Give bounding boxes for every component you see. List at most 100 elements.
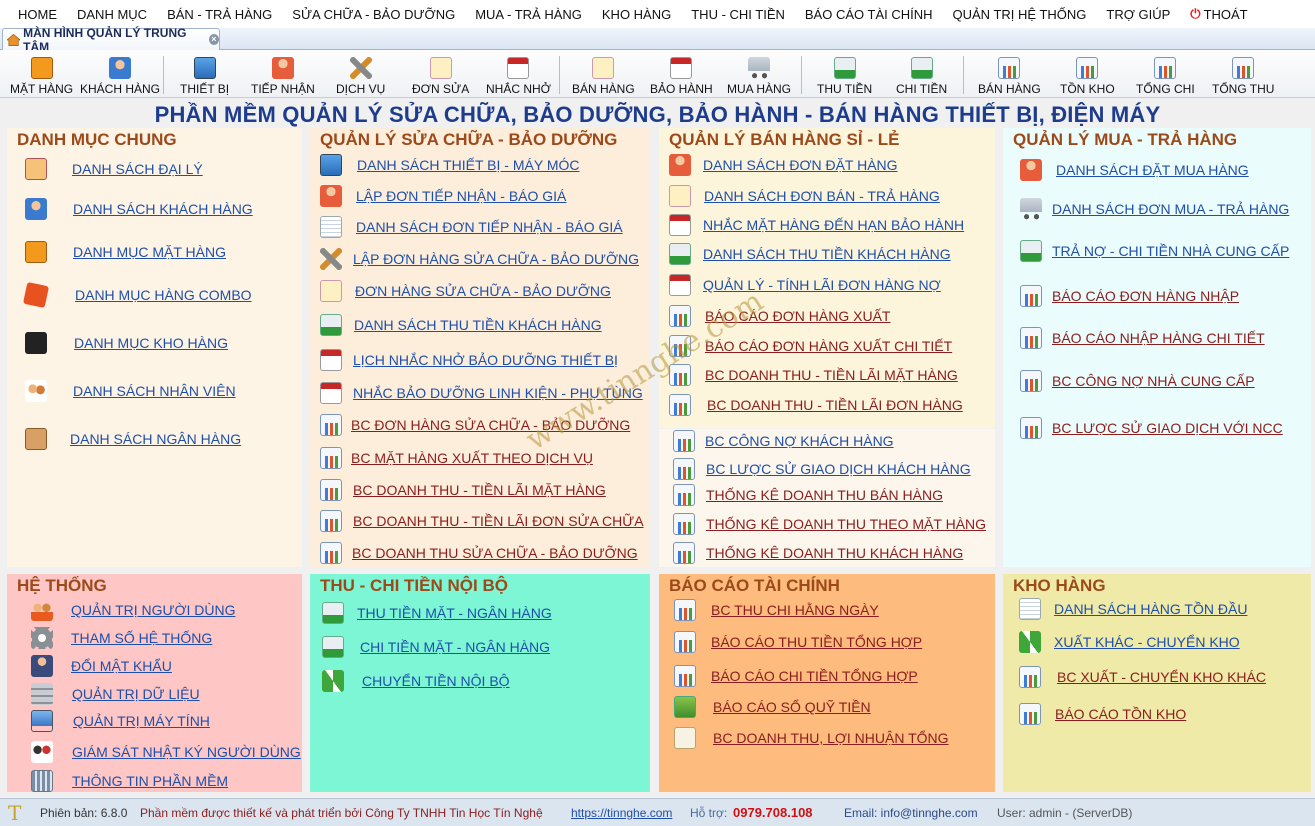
toolbar-thiet-bi-button[interactable]: THIẾT BỊ bbox=[180, 54, 229, 96]
toolbar-ton-kho-button[interactable]: TỒN KHO bbox=[1060, 54, 1115, 96]
toolbar-bao-hanh-button[interactable]: BẢO HÀNH bbox=[650, 54, 713, 96]
link-label[interactable]: BC DOANH THU - TIỀN LÃI MẶT HÀNG bbox=[353, 482, 606, 498]
link-label[interactable]: CHUYỂN TIỀN NỘI BỘ bbox=[362, 673, 510, 689]
link-label[interactable]: DANH SÁCH THU TIỀN KHÁCH HÀNG bbox=[703, 246, 951, 262]
link-label[interactable]: DANH SÁCH ĐƠN MUA - TRẢ HÀNG bbox=[1052, 201, 1289, 217]
link-bao-cao-ton-kho[interactable]: BÁO CÁO TỒN KHO bbox=[1019, 703, 1186, 725]
toolbar-chi-tien-button[interactable]: CHI TIỀN bbox=[896, 54, 947, 96]
link-label[interactable]: THAM SỐ HỆ THỐNG bbox=[71, 630, 212, 646]
link-lap-don-hang-sua-chua[interactable]: LẬP ĐƠN HÀNG SỬA CHỮA - BẢO DƯỠNG bbox=[320, 248, 639, 270]
link-label[interactable]: BC MẶT HÀNG XUẤT THEO DỊCH VỤ bbox=[351, 450, 593, 466]
link-danh-sach-thiet-bi[interactable]: DANH SÁCH THIẾT BỊ - MÁY MÓC bbox=[320, 154, 579, 176]
link-label[interactable]: ĐƠN HÀNG SỬA CHỮA - BẢO DƯỠNG bbox=[355, 283, 611, 299]
link-label[interactable]: NHẮC MẶT HÀNG ĐẾN HẠN BẢO HÀNH bbox=[703, 217, 964, 233]
link-bc-thu-chi-hang-ngay[interactable]: BC THU CHI HẰNG NGÀY bbox=[674, 599, 879, 621]
menu-tro-giup[interactable]: TRỢ GIÚP bbox=[1096, 7, 1180, 22]
website-link[interactable]: https://tinnghe.com bbox=[571, 806, 672, 820]
link-bc-doanh-thu-don-sua-chua[interactable]: BC DOANH THU - TIỀN LÃI ĐƠN SỬA CHỮA bbox=[320, 510, 644, 532]
link-bc-doanh-thu-mat-hang-ban[interactable]: BC DOANH THU - TIỀN LÃI MẶT HÀNG bbox=[669, 364, 958, 386]
menu-mua-tra-hang[interactable]: MUA - TRẢ HÀNG bbox=[465, 7, 592, 22]
link-label[interactable]: BC LƯỢC SỬ GIAO DỊCH VỚI NCC bbox=[1052, 420, 1283, 436]
link-thu-tien-khach-hang[interactable]: DANH SÁCH THU TIỀN KHÁCH HÀNG bbox=[320, 314, 602, 336]
link-thong-tin-phan-mem[interactable]: THÔNG TIN PHẦN MỀM bbox=[31, 770, 228, 792]
link-bc-luoc-su-ncc[interactable]: BC LƯỢC SỬ GIAO DỊCH VỚI NCC bbox=[1020, 417, 1283, 439]
link-label[interactable]: ĐỔI MẬT KHẨU bbox=[71, 658, 172, 674]
link-label[interactable]: BÁO CÁO NHẬP HÀNG CHI TIẾT bbox=[1052, 330, 1265, 346]
link-label[interactable]: QUẢN LÝ - TÍNH LÃI ĐƠN HÀNG NỢ bbox=[703, 277, 941, 293]
link-quan-tri-du-lieu[interactable]: QUẢN TRỊ DỮ LIỆU bbox=[31, 683, 200, 705]
link-label[interactable]: BC DOANH THU, LỢI NHUẬN TỔNG bbox=[713, 730, 949, 746]
link-danh-sach-dai-ly[interactable]: DANH SÁCH ĐẠI LÝ bbox=[25, 158, 203, 180]
link-label[interactable]: DANH SÁCH KHÁCH HÀNG bbox=[73, 201, 253, 217]
menu-sua-chua-bao-duong[interactable]: SỬA CHỮA - BẢO DƯỠNG bbox=[282, 7, 465, 22]
link-label[interactable]: BÁO CÁO TỒN KHO bbox=[1055, 706, 1186, 722]
link-label[interactable]: BÁO CÁO THU TIỀN TỔNG HỢP bbox=[711, 634, 922, 650]
link-quan-tri-may-tinh[interactable]: QUẢN TRỊ MÁY TÍNH bbox=[31, 710, 210, 732]
link-quan-tri-nguoi-dung[interactable]: QUẢN TRỊ NGƯỜI DÙNG bbox=[31, 599, 236, 621]
menu-kho-hang[interactable]: KHO HÀNG bbox=[592, 7, 681, 22]
link-chuyen-tien-noi-bo[interactable]: CHUYỂN TIỀN NỘI BỘ bbox=[322, 670, 510, 692]
link-label[interactable]: DANH SÁCH THIẾT BỊ - MÁY MÓC bbox=[357, 157, 579, 173]
link-label[interactable]: QUẢN TRỊ NGƯỜI DÙNG bbox=[71, 602, 236, 618]
toolbar-khach-hang-button[interactable]: KHÁCH HÀNG bbox=[80, 54, 160, 96]
link-bao-cao-don-hang-xuat[interactable]: BÁO CÁO ĐƠN HÀNG XUẤT bbox=[669, 305, 890, 327]
link-label[interactable]: BÁO CÁO ĐƠN HÀNG NHẬP bbox=[1052, 288, 1239, 304]
link-tham-so-he-thong[interactable]: THAM SỐ HỆ THỐNG bbox=[31, 627, 212, 649]
link-bc-don-hang-sua-chua[interactable]: BC ĐƠN HÀNG SỬA CHỮA - BẢO DƯỠNG bbox=[320, 414, 630, 436]
link-thu-tien-khach-hang-ban[interactable]: DANH SÁCH THU TIỀN KHÁCH HÀNG bbox=[669, 243, 951, 265]
link-thong-ke-doanh-thu-ban-hang[interactable]: THỐNG KÊ DOANH THU BÁN HÀNG bbox=[673, 484, 943, 506]
link-label[interactable]: BÁO CÁO ĐƠN HÀNG XUẤT bbox=[705, 308, 890, 324]
menu-quan-tri-he-thong[interactable]: QUẢN TRỊ HỆ THỐNG bbox=[943, 7, 1097, 22]
link-label[interactable]: DANH SÁCH NGÂN HÀNG bbox=[70, 431, 241, 447]
link-label[interactable]: DANH MỤC MẶT HÀNG bbox=[73, 244, 226, 260]
toolbar-ban-hang-button[interactable]: BÁN HÀNG bbox=[572, 54, 635, 96]
link-label[interactable]: THỐNG KÊ DOANH THU THEO MẶT HÀNG bbox=[706, 516, 986, 532]
link-bc-xuat-chuyen-kho[interactable]: BC XUẤT - CHUYỂN KHO KHÁC bbox=[1019, 666, 1266, 688]
link-label[interactable]: THÔNG TIN PHẦN MỀM bbox=[72, 773, 228, 789]
link-label[interactable]: LẬP ĐƠN TIẾP NHẬN - BÁO GIÁ bbox=[356, 188, 566, 204]
link-label[interactable]: DANH SÁCH ĐẠI LÝ bbox=[72, 161, 203, 177]
link-bc-luoc-su-giao-dich-kh[interactable]: BC LƯỢC SỬ GIAO DỊCH KHÁCH HÀNG bbox=[673, 458, 971, 480]
link-label[interactable]: BC THU CHI HẰNG NGÀY bbox=[711, 602, 879, 618]
toolbar-tong-chi-button[interactable]: TỔNG CHI bbox=[1136, 54, 1195, 96]
link-bc-doanh-thu-don-hang[interactable]: BC DOANH THU - TIỀN LÃI ĐƠN HÀNG bbox=[669, 394, 963, 416]
link-label[interactable]: BC DOANH THU - TIỀN LÃI ĐƠN HÀNG bbox=[707, 397, 963, 413]
link-bc-thu-tien-tong-hop[interactable]: BÁO CÁO THU TIỀN TỔNG HỢP bbox=[674, 631, 922, 653]
link-label[interactable]: DANH SÁCH ĐƠN ĐẶT HÀNG bbox=[703, 157, 898, 173]
link-label[interactable]: LỊCH NHẮC NHỞ BẢO DƯỠNG THIẾT BỊ bbox=[353, 352, 618, 368]
toolbar-thu-tien-button[interactable]: THU TIỀN bbox=[817, 54, 872, 96]
link-label[interactable]: THỐNG KÊ DOANH THU BÁN HÀNG bbox=[706, 487, 943, 503]
link-danh-sach-don-ban-tra[interactable]: DANH SÁCH ĐƠN BÁN - TRẢ HÀNG bbox=[669, 185, 940, 207]
link-danh-sach-khach-hang[interactable]: DANH SÁCH KHÁCH HÀNG bbox=[25, 198, 253, 220]
link-danh-muc-mat-hang[interactable]: DANH MỤC MẶT HÀNG bbox=[25, 241, 226, 263]
link-label[interactable]: BC DOANH THU SỬA CHỮA - BẢO DƯỠNG bbox=[352, 545, 638, 561]
link-bc-doanh-thu-sua-chua[interactable]: BC DOANH THU SỬA CHỮA - BẢO DƯỠNG bbox=[320, 542, 638, 564]
link-label[interactable]: DANH SÁCH ĐƠN BÁN - TRẢ HÀNG bbox=[704, 188, 940, 204]
toolbar-bc-ban-hang-button[interactable]: BÁN HÀNG bbox=[978, 54, 1041, 96]
link-label[interactable]: BC ĐƠN HÀNG SỬA CHỮA - BẢO DƯỠNG bbox=[351, 417, 630, 433]
link-label[interactable]: THỐNG KÊ DOANH THU KHÁCH HÀNG bbox=[706, 545, 963, 561]
link-bc-so-quy-tien[interactable]: BÁO CÁO SỔ QUỸ TIỀN bbox=[674, 696, 871, 718]
link-label[interactable]: BC CÔNG NỢ NHÀ CUNG CẤP bbox=[1052, 373, 1255, 389]
link-danh-sach-don-tiep-nhan[interactable]: DANH SÁCH ĐƠN TIẾP NHẬN - BÁO GIÁ bbox=[320, 216, 623, 238]
link-danh-sach-nhan-vien[interactable]: DANH SÁCH NHÂN VIÊN bbox=[25, 380, 236, 402]
link-danh-sach-don-dat-hang[interactable]: DANH SÁCH ĐƠN ĐẶT HÀNG bbox=[669, 154, 898, 176]
link-xuat-khac-chuyen-kho[interactable]: XUẤT KHÁC - CHUYỂN KHO bbox=[1019, 631, 1240, 653]
link-label[interactable]: BC DOANH THU - TIỀN LÃI MẶT HÀNG bbox=[705, 367, 958, 383]
menu-thu-chi-tien[interactable]: THU - CHI TIỀN bbox=[681, 7, 795, 22]
link-chi-tien-mat[interactable]: CHI TIỀN MẶT - NGÂN HÀNG bbox=[322, 636, 550, 658]
link-label[interactable]: THU TIỀN MẶT - NGÂN HÀNG bbox=[357, 605, 552, 621]
link-danh-muc-kho-hang[interactable]: DANH MỤC KHO HÀNG bbox=[25, 332, 228, 354]
close-icon[interactable]: × bbox=[208, 34, 219, 45]
link-danh-sach-don-mua-tra[interactable]: DANH SÁCH ĐƠN MUA - TRẢ HÀNG bbox=[1020, 198, 1289, 220]
link-bc-chi-tien-tong-hop[interactable]: BÁO CÁO CHI TIỀN TỔNG HỢP bbox=[674, 665, 918, 687]
link-danh-sach-ngan-hang[interactable]: DANH SÁCH NGÂN HÀNG bbox=[25, 428, 241, 450]
toolbar-nhac-nho-button[interactable]: NHẮC NHỞ bbox=[486, 54, 551, 96]
link-label[interactable]: DANH SÁCH NHÂN VIÊN bbox=[73, 383, 236, 399]
link-label[interactable]: LẬP ĐƠN HÀNG SỬA CHỮA - BẢO DƯỠNG bbox=[353, 251, 639, 267]
link-label[interactable]: DANH SÁCH THU TIỀN KHÁCH HÀNG bbox=[354, 317, 602, 333]
menu-ban-tra-hang[interactable]: BÁN - TRẢ HÀNG bbox=[157, 7, 282, 22]
link-label[interactable]: GIÁM SÁT NHẬT KÝ NGƯỜI DÙNG bbox=[72, 744, 301, 760]
link-danh-muc-hang-combo[interactable]: DANH MỤC HÀNG COMBO bbox=[22, 281, 252, 309]
link-label[interactable]: XUẤT KHÁC - CHUYỂN KHO bbox=[1054, 634, 1240, 650]
